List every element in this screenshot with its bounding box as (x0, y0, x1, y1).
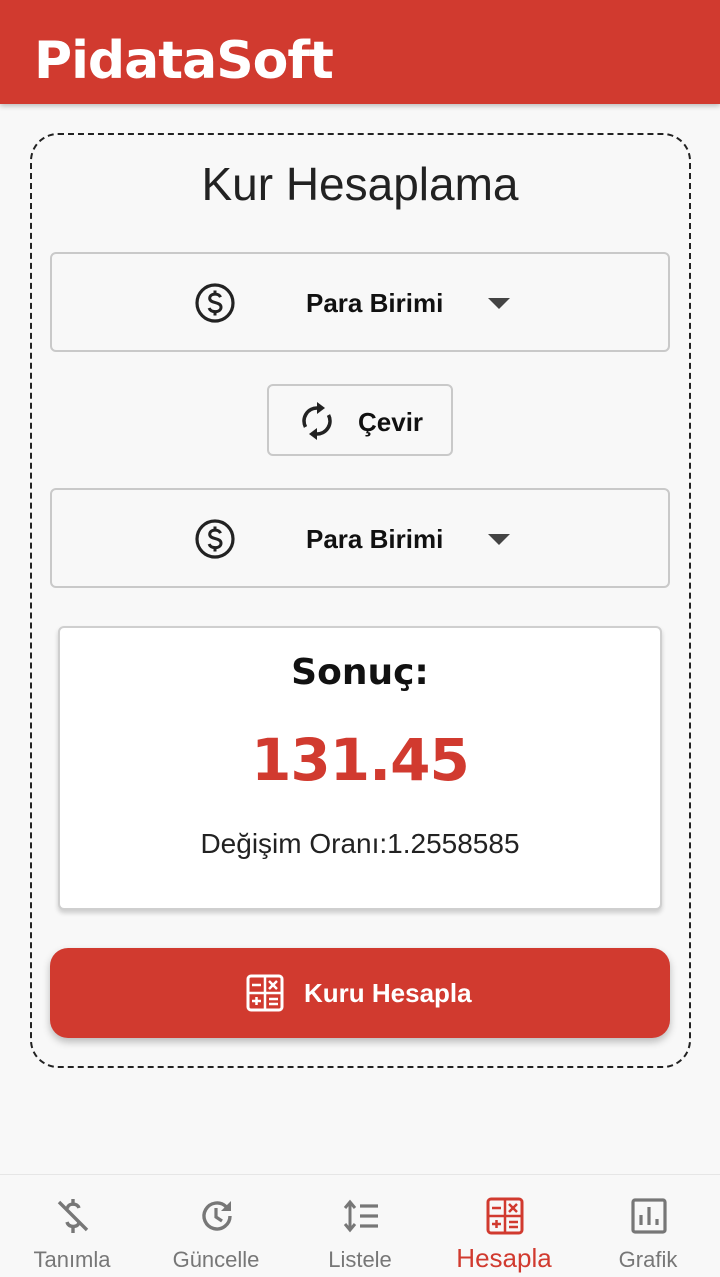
nav-item-tanimla[interactable]: Tanımla (0, 1175, 144, 1277)
bottom-navigation: Tanımla Güncelle Listele Hesapla Grafik (0, 1174, 720, 1277)
from-currency-label: Para Birimi (306, 288, 444, 318)
result-value: 131.45 (251, 726, 470, 794)
from-currency-dropdown[interactable]: Para Birimi (50, 252, 670, 352)
chevron-down-icon (488, 298, 510, 309)
money-off-icon (57, 1199, 89, 1233)
calculator-icon (246, 974, 284, 1012)
result-label: Sonuç: (291, 652, 429, 693)
sort-list-icon (343, 1199, 378, 1233)
nav-item-guncelle[interactable]: Güncelle (144, 1175, 288, 1277)
app-title: PidataSoft (34, 31, 334, 91)
nav-item-hesapla[interactable]: Hesapla (432, 1175, 576, 1277)
history-icon (202, 1201, 232, 1231)
page-title: Kur Hesaplama (201, 158, 519, 210)
exchange-rate-text: Değişim Oranı:1.2558585 (200, 828, 520, 859)
calculate-button[interactable]: Kuru Hesapla (50, 948, 670, 1038)
to-currency-label: Para Birimi (306, 524, 444, 554)
dollar-circle-icon (195, 519, 235, 559)
nav-label-listele: Listele (328, 1247, 392, 1272)
swap-button[interactable]: Çevir (267, 384, 453, 456)
nav-label-guncelle: Güncelle (172, 1247, 260, 1272)
nav-item-grafik[interactable]: Grafik (576, 1175, 720, 1277)
swap-refresh-icon (302, 402, 332, 440)
nav-item-listele[interactable]: Listele (288, 1175, 432, 1277)
app-bar: PidataSoft (0, 0, 720, 104)
to-currency-dropdown[interactable]: Para Birimi (50, 488, 670, 588)
nav-label-grafik: Grafik (618, 1247, 678, 1272)
dollar-circle-icon (195, 283, 235, 323)
calculate-button-label: Kuru Hesapla (304, 978, 472, 1008)
swap-button-label: Çevir (358, 407, 424, 437)
calculator-icon (486, 1197, 524, 1235)
nav-label-tanimla: Tanımla (33, 1247, 111, 1272)
nav-label-hesapla: Hesapla (456, 1243, 552, 1273)
bar-chart-icon (631, 1198, 667, 1234)
chevron-down-icon (488, 534, 510, 545)
result-panel: Sonuç: 131.45 Değişim Oranı:1.2558585 (58, 626, 662, 910)
